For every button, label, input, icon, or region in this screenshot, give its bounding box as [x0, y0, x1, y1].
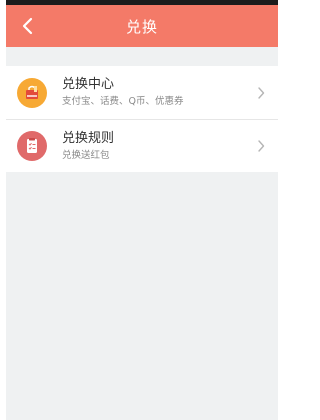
list-item-exchange-rules[interactable]: 兑换规则 兑换送红包 [6, 119, 278, 172]
list-item-exchange-center[interactable]: 兑换中心 支付宝、话费、Q币、优惠券 [6, 66, 278, 119]
chevron-right-icon [252, 137, 270, 155]
shopping-bag-icon [26, 85, 38, 99]
back-button[interactable] [10, 5, 46, 47]
list-item-subtitle: 支付宝、话费、Q币、优惠券 [62, 96, 184, 107]
phone-screen: 兑换 兑换中心 支付宝、话费、Q币、优惠券 兑换规则 兑换送红包 [6, 0, 278, 420]
chevron-right-icon [252, 84, 270, 102]
list-item-title: 兑换规则 [62, 130, 115, 146]
list-item-title: 兑换中心 [62, 77, 115, 92]
nav-bar: 兑换 [6, 5, 278, 47]
chevron-left-icon [22, 17, 33, 35]
exchange-center-icon-badge [17, 77, 47, 108]
document-checklist-icon [27, 138, 37, 153]
exchange-rules-icon-badge [17, 131, 47, 161]
list-item-subtitle: 兑换送红包 [62, 149, 110, 161]
page-title: 兑换 [125, 17, 158, 36]
exchange-menu-list: 兑换中心 支付宝、话费、Q币、优惠券 兑换规则 兑换送红包 [6, 66, 278, 172]
